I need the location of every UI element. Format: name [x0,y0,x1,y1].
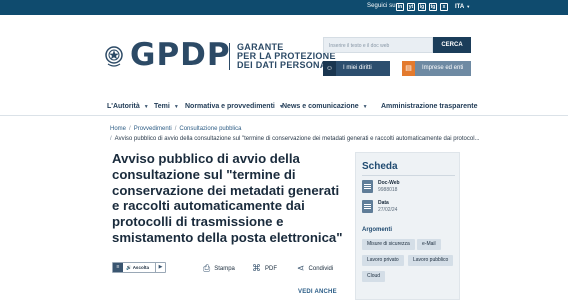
share-label: Condividi [308,266,334,272]
see-also-heading: VEDI ANCHE [298,289,337,295]
breadcrumb-current-row: / Avviso pubblico di avvio della consulta… [110,136,480,142]
listen-label: 🔊 Ascolta [123,265,155,271]
topic-tag[interactable]: Lavoro privato [362,255,404,266]
listen-text: Ascolta [132,264,149,270]
nav-item-transparency[interactable]: Amministrazione trasparente [381,103,477,110]
docweb-label: Doc-Web [378,180,400,186]
pdf-icon: ⌘ [252,263,261,273]
breadcrumb-consultazione[interactable]: Consultazione pubblica [179,126,241,132]
nav-label: Amministrazione trasparente [381,103,478,110]
businesses-button[interactable]: ▤ Imprese ed enti [402,61,471,76]
chevron-down-icon: ▼ [362,104,368,110]
topic-tag[interactable]: Lavoro pubblico [408,255,454,266]
nav-label: Normativa e provvedimenti [185,103,275,110]
date-value: 27/02/24 [378,207,398,213]
emblem-icon [105,46,123,67]
language-label: ITA [455,4,465,10]
share-icon: ⋖ [297,263,305,273]
search-button[interactable]: CERCA [433,37,471,53]
x-icon[interactable]: x [440,3,448,11]
sidebar-title: Scheda [362,161,398,172]
breadcrumb-separator: / [129,126,131,132]
topics-heading: Argomenti [362,227,392,233]
site-logo[interactable]: GPDP [130,40,231,71]
nav-label: Temi [154,103,170,110]
topic-tag[interactable]: Cloud [362,271,386,282]
follow-us-label: Seguici su [367,3,396,9]
nav-item-regulations[interactable]: Normativa e provvedimenti ▼ [185,103,284,110]
pdf-button[interactable]: ⌘ PDF [252,263,277,274]
organization-name: GARANTE PER LA PROTEZIONE DEI DATI PERSO… [229,43,336,70]
date-label: Data [378,200,389,206]
breadcrumb-current: Avviso pubblico di avvio della consultaz… [114,136,480,142]
nav-item-news[interactable]: News e comunicazione ▼ [282,103,368,110]
chevron-down-icon: ▼ [173,104,179,110]
docweb-value: 9988018 [378,187,398,193]
breadcrumb-separator: / [110,136,112,142]
social-links: in yt ig tg x [396,3,448,11]
printer-icon: ⎙ [203,263,211,273]
breadcrumb-separator: / [174,126,177,132]
divider [362,175,455,176]
org-name-line: DEI DATI PERSONALI [237,60,336,70]
main-navigation: L'Autorità ▼ Temi ▼ Normativa e provvedime… [0,96,568,116]
breadcrumb: Home / Provvedimenti / Consultazione pubblic… [110,126,241,132]
language-selector[interactable]: ITA ▼ [455,4,470,10]
nav-item-authority[interactable]: L'Autorità ▼ [107,103,149,110]
my-rights-button[interactable]: ☺ I miei diritti [323,61,390,76]
topic-tag[interactable]: Misure di sicurezza [362,239,415,250]
nav-label: L'Autorità [107,103,140,110]
topic-tag[interactable]: e-Mail [417,239,441,250]
nav-label: News e comunicazione [282,103,359,110]
listen-player[interactable]: ≡ 🔊 Ascolta ▶ [112,262,166,273]
breadcrumb-home[interactable]: Home [110,126,126,132]
speaker-icon: 🔊 [126,264,133,270]
instagram-icon[interactable]: ig [418,3,426,11]
page-title: Avviso pubblico di avvio della consultaz… [112,151,343,245]
top-bar: Seguici su in yt ig tg x ITA ▼ [0,0,568,15]
play-icon[interactable]: ▶ [155,263,165,272]
document-icon [362,180,373,193]
youtube-icon[interactable]: yt [407,3,415,11]
search-input[interactable]: Inserire il testo e il doc web [323,37,433,53]
calendar-icon [362,200,373,213]
pdf-label: PDF [265,266,277,272]
print-label: Stampa [214,266,235,272]
businesses-label: Imprese ed enti [422,65,464,71]
info-sidebar: Scheda Doc-Web 9988018 Data 27/02/24 Arg… [355,152,460,300]
telegram-icon[interactable]: tg [429,3,437,11]
my-rights-label: I miei diritti [343,65,372,71]
breadcrumb-provvedimenti[interactable]: Provvedimenti [134,126,172,132]
chevron-down-icon: ▼ [466,4,471,9]
menu-icon[interactable]: ≡ [113,263,123,272]
print-button[interactable]: ⎙ Stampa [203,263,235,274]
building-icon: ▤ [402,61,415,76]
person-icon: ☺ [323,61,336,76]
linkedin-icon[interactable]: in [396,3,404,11]
chevron-down-icon: ▼ [143,104,149,110]
nav-item-topics[interactable]: Temi ▼ [154,103,179,110]
share-button[interactable]: ⋖ Condividi [297,263,333,274]
